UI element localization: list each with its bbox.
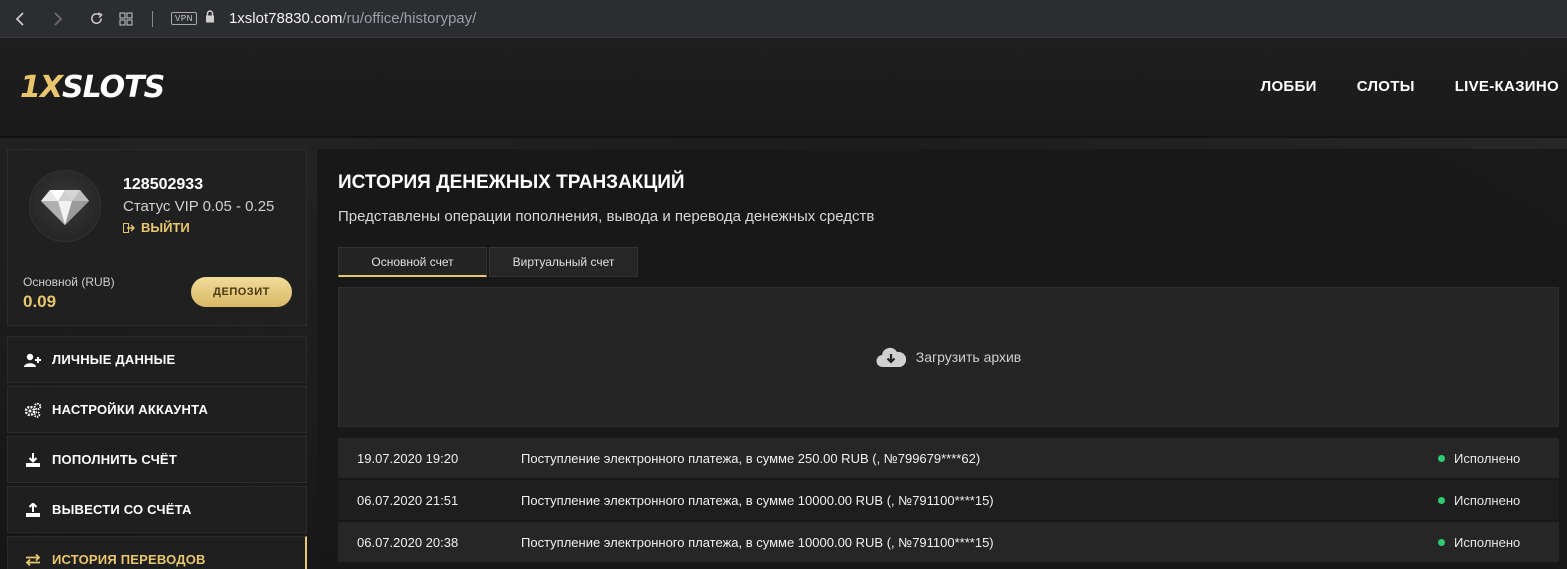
vpn-badge[interactable]: VPN [171,12,197,25]
status-label: Исполнено [1454,492,1521,508]
sidebar-item-label: ЛИЧНЫЕ ДАННЫЕ [52,352,176,367]
status-dot-icon [1438,496,1445,504]
transaction-date: 06.07.2020 20:38 [357,534,459,550]
status-badge: Исполнено [1438,493,1520,508]
url-host: 1xslot78830.com [228,10,343,27]
tab-main-account[interactable]: Основной счет [338,247,487,277]
address-bar[interactable]: 1xslot78830.com/ru/office/historypay/ [229,10,476,27]
transaction-description: Поступление электронного платежа, в сумм… [521,492,994,508]
sidebar-item-deposit[interactable]: ПОПОЛНИТЬ СЧЁТ [7,436,307,483]
status-dot-icon [1438,454,1445,462]
logo-suffix: SLOTS [62,70,165,105]
table-row: 19.07.2020 19:20 Поступление электронног… [338,438,1559,478]
cloud-download-icon [876,347,906,368]
status-label: Исполнено [1454,450,1521,466]
user-id: 128502933 [123,176,204,193]
table-row: 06.07.2020 21:51 Поступление электронног… [338,480,1559,520]
download-tray-icon [23,452,43,467]
nav-slots[interactable]: СЛОТЫ [1357,78,1415,95]
tabs-grid-icon[interactable] [118,11,134,27]
lock-icon[interactable] [205,9,215,28]
sidebar-item-transfer-history[interactable]: ИСТОРИЯ ПЕРЕВОДОВ [7,536,307,569]
profile-card: 128502933 Статус VIP 0.05 - 0.25 ВЫЙТИ О… [7,149,307,326]
transaction-date: 19.07.2020 19:20 [357,450,459,466]
transaction-description: Поступление электронного платежа, в сумм… [521,450,981,466]
balance-label: Основной (RUB) [23,275,115,289]
transfer-arrows-icon [23,553,43,566]
logout-label: ВЫЙТИ [141,220,190,235]
browser-toolbar: VPN 1xslot78830.com/ru/office/historypay… [0,0,1567,38]
transaction-description: Поступление электронного платежа, в сумм… [521,534,994,550]
upload-tray-icon [23,502,43,517]
url-path: /ru/office/historypay/ [342,10,477,27]
toolbar-divider [152,10,153,27]
logo-prefix: 1X [20,70,63,105]
status-badge: Исполнено [1438,451,1520,466]
transaction-date: 06.07.2020 21:51 [357,492,459,508]
nav-live-casino[interactable]: LIVE-КАЗИНО [1455,78,1559,95]
back-icon[interactable] [12,11,28,27]
logout-link[interactable]: ВЫЙТИ [123,220,190,235]
sidebar-item-label: ИСТОРИЯ ПЕРЕВОДОВ [52,552,206,567]
top-navigation: ЛОББИ СЛОТЫ LIVE-КАЗИНО [1261,78,1559,95]
deposit-button[interactable]: ДЕПОЗИТ [191,277,292,307]
sidebar-item-label: ВЫВЕСТИ СО СЧЁТА [52,502,192,517]
site-logo[interactable]: 1XSLOTS [20,70,165,105]
sidebar-item-label: ПОПОЛНИТЬ СЧЁТ [52,452,177,467]
avatar [29,170,101,242]
nav-lobby[interactable]: ЛОББИ [1261,78,1317,95]
diamond-icon [41,190,89,225]
forward-icon[interactable] [50,11,66,27]
download-archive-button[interactable]: Загрузить архив [338,287,1559,427]
user-plus-icon [23,353,43,367]
sidebar-item-withdraw[interactable]: ВЫВЕСТИ СО СЧЁТА [7,486,307,533]
sidebar-item-label: НАСТРОЙКИ АККАУНТА [52,402,209,417]
status-badge: Исполнено [1438,535,1520,550]
table-row: 06.07.2020 20:38 Поступление электронног… [338,522,1559,562]
logout-icon [123,222,135,233]
status-dot-icon [1438,538,1445,546]
balance-value: 0.09 [23,292,57,311]
archive-label: Загрузить архив [915,349,1022,365]
sidebar-item-account-settings[interactable]: НАСТРОЙКИ АККАУНТА [7,386,307,433]
page-subtitle: Представлены операции пополнения, вывода… [338,208,875,225]
vip-status: Статус VIP 0.05 - 0.25 [123,198,275,215]
sidebar-item-personal-data[interactable]: ЛИЧНЫЕ ДАННЫЕ [7,336,307,383]
tab-virtual-account[interactable]: Виртуальный счет [489,247,638,277]
reload-icon[interactable] [88,11,104,27]
page-title: ИСТОРИЯ ДЕНЕЖНЫХ ТРАНЗАКЦИЙ [338,172,685,193]
status-label: Исполнено [1454,534,1521,550]
gears-icon [23,402,43,418]
